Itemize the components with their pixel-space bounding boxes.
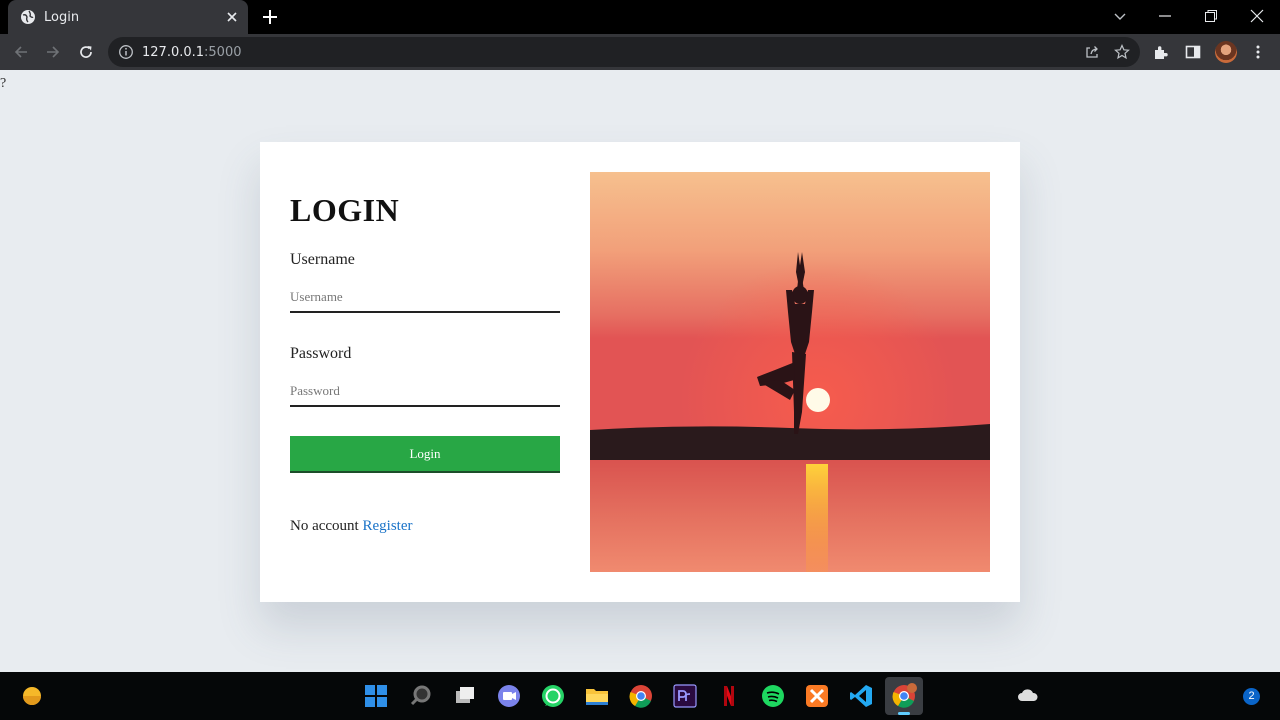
url-port: :5000 (204, 45, 242, 60)
teams-chat-icon[interactable] (495, 682, 523, 710)
tab-search-icon[interactable] (1112, 8, 1128, 24)
extensions-icon[interactable] (1153, 44, 1169, 60)
tab-strip: Login (0, 0, 1280, 34)
new-tab-icon[interactable] (261, 8, 279, 26)
windows-start-icon[interactable] (362, 682, 390, 710)
menu-dots-icon[interactable] (1250, 44, 1266, 60)
forward-icon[interactable] (45, 44, 61, 60)
password-label: Password (290, 345, 352, 362)
xampp-icon[interactable] (803, 682, 831, 710)
address-bar[interactable]: 127.0.0.1:5000 (108, 37, 1140, 67)
username-input[interactable] (290, 283, 560, 313)
close-tab-icon[interactable] (224, 9, 240, 25)
restore-icon[interactable] (1203, 8, 1219, 24)
taskbar: 2 (0, 672, 1280, 720)
username-label: Username (290, 251, 355, 268)
tab-title: Login (44, 10, 80, 25)
chrome-profile-icon (892, 683, 917, 708)
side-panel-icon[interactable] (1185, 44, 1201, 60)
no-account-line: No account Register (290, 518, 412, 535)
close-window-icon[interactable] (1249, 8, 1265, 24)
yoga-sunset-image (590, 172, 990, 572)
whatsapp-icon[interactable] (539, 682, 567, 710)
active-indicator (898, 712, 910, 715)
url-host: 127.0.0.1 (142, 45, 205, 60)
search-icon[interactable] (407, 682, 435, 710)
weather-icon[interactable] (18, 682, 46, 710)
back-icon[interactable] (13, 44, 29, 60)
register-link[interactable]: Register (362, 518, 412, 534)
browser-toolbar: 127.0.0.1:5000 (0, 34, 1280, 70)
file-explorer-icon[interactable] (583, 682, 611, 710)
cloud-icon[interactable] (1014, 682, 1042, 710)
login-button[interactable]: Login (290, 436, 560, 473)
no-account-text: No account (290, 518, 359, 534)
netflix-icon[interactable] (715, 682, 743, 710)
chrome-icon[interactable] (627, 682, 655, 710)
globe-icon (21, 10, 35, 24)
reload-icon[interactable] (78, 44, 94, 60)
password-input[interactable] (290, 377, 560, 407)
minimize-icon[interactable] (1157, 8, 1173, 24)
vscode-icon[interactable] (847, 682, 875, 710)
chrome-profile-active[interactable] (885, 677, 923, 715)
page-title: LOGIN (290, 192, 400, 228)
spotify-icon[interactable] (759, 682, 787, 710)
notification-badge[interactable]: 2 (1243, 688, 1260, 705)
profile-avatar[interactable] (1215, 41, 1237, 63)
share-icon[interactable] (1084, 44, 1100, 60)
stray-text: ? (0, 76, 7, 91)
bookmark-star-icon[interactable] (1114, 44, 1130, 60)
premiere-pro-icon[interactable] (671, 682, 699, 710)
url-text: 127.0.0.1:5000 (142, 45, 242, 60)
page-viewport: ? LOGIN Username Password Login No accou… (0, 70, 1280, 672)
site-info-icon[interactable] (118, 44, 134, 60)
task-view-icon[interactable] (451, 682, 479, 710)
browser-tab[interactable]: Login (8, 0, 248, 34)
login-card: LOGIN Username Password Login No account… (260, 142, 1020, 602)
